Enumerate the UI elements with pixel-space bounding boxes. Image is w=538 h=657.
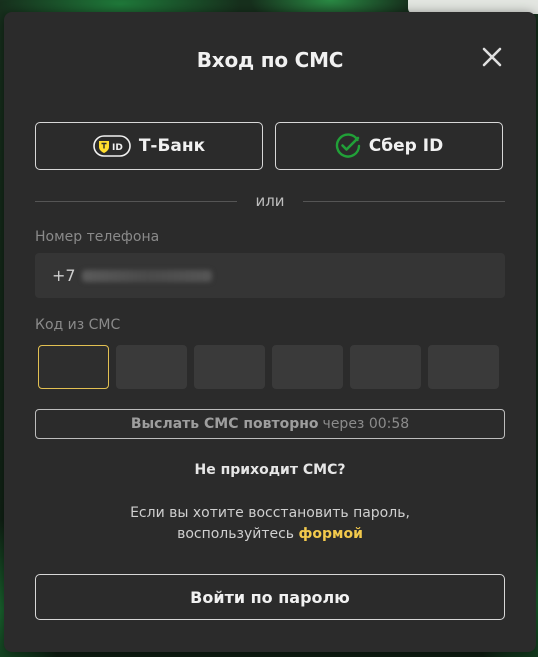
recover-line-2-prefix: воспользуйтесь <box>177 526 295 542</box>
code-cell-6[interactable] <box>428 345 499 389</box>
sber-label: Сбер ID <box>368 136 444 156</box>
login-with-password-button[interactable]: Войти по паролю <box>35 574 505 620</box>
tbank-login-button[interactable]: ID Т-Банк <box>35 122 263 170</box>
code-cell-3[interactable] <box>194 345 265 389</box>
recover-line-1: Если вы хотите восстановить пароль, <box>130 505 410 521</box>
code-cell-1[interactable] <box>38 345 109 389</box>
recover-line-2: воспользуйтесь формой <box>4 524 536 545</box>
sms-login-modal: Вход по СМС ID Т-Банк Сбер ID или Номер … <box>4 12 536 652</box>
close-icon <box>482 47 502 67</box>
sms-code-inputs <box>38 345 499 389</box>
svg-text:ID: ID <box>112 143 123 153</box>
no-sms-link[interactable]: Не приходит СМС? <box>4 462 536 478</box>
tbank-label: Т-Банк <box>138 136 206 156</box>
recover-password-text: Если вы хотите восстановить пароль, восп… <box>4 503 536 545</box>
divider-line-right <box>303 201 505 202</box>
phone-prefix: +7 <box>52 266 76 285</box>
sber-id-login-button[interactable]: Сбер ID <box>275 122 503 170</box>
close-button[interactable] <box>480 45 504 69</box>
code-cell-2[interactable] <box>116 345 187 389</box>
phone-number-obscured <box>81 269 212 282</box>
modal-title: Вход по СМС <box>196 48 344 72</box>
phone-input[interactable]: +7 <box>35 253 505 298</box>
recover-form-link[interactable]: формой <box>299 526 363 542</box>
resend-label: Выслать СМС повторно <box>130 416 319 432</box>
code-cell-4[interactable] <box>272 345 343 389</box>
code-cell-5[interactable] <box>350 345 421 389</box>
resend-timer: через 00:58 <box>322 416 410 432</box>
resend-sms-button[interactable]: Выслать СМС повторно через 00:58 <box>35 409 505 439</box>
sber-logo-icon <box>335 133 360 158</box>
code-label: Код из СМС <box>35 317 121 333</box>
phone-label: Номер телефона <box>35 229 160 245</box>
tbank-id-icon: ID <box>93 135 131 157</box>
